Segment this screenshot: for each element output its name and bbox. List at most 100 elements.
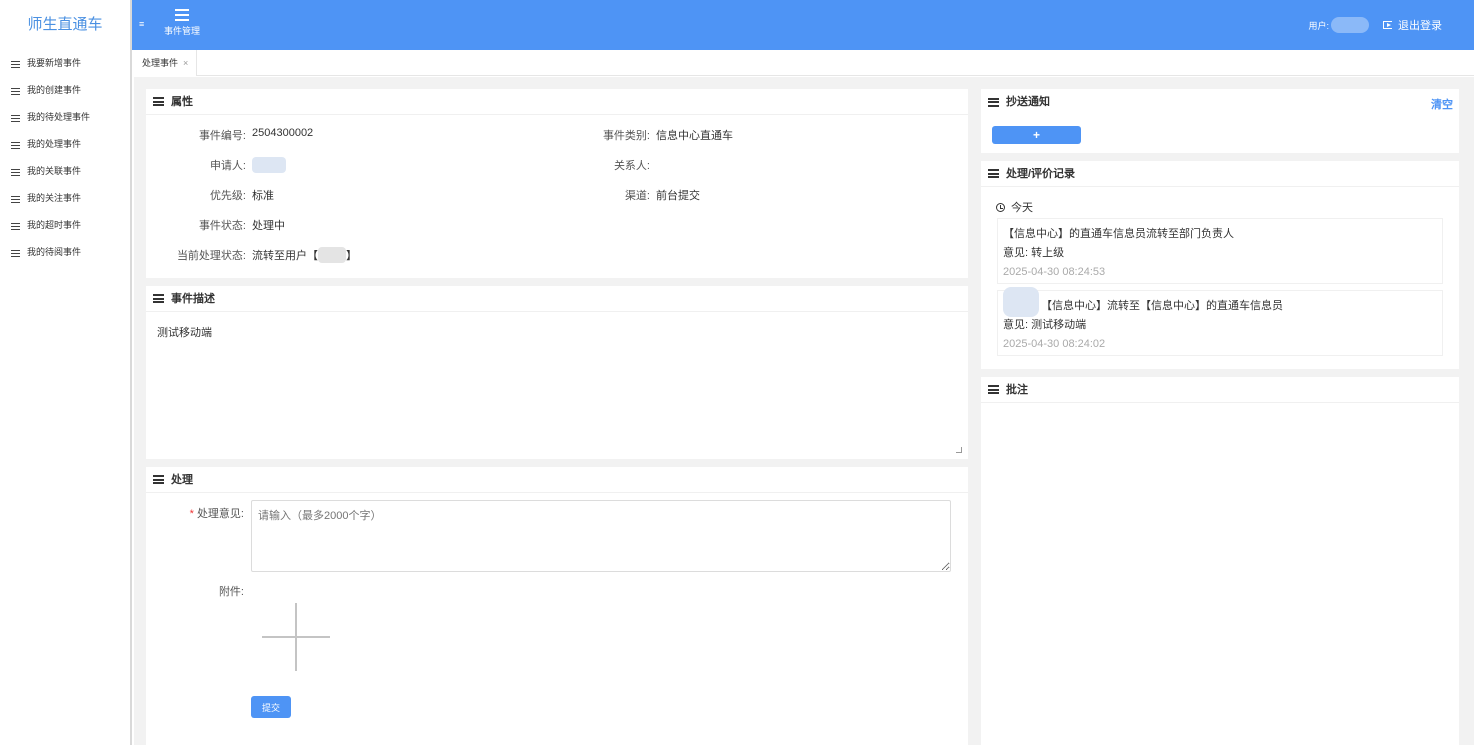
current-user: 用户:	[1308, 17, 1369, 33]
submit-button[interactable]: 提交	[251, 696, 291, 718]
priority-value: 标准	[252, 190, 274, 202]
sidebar: 师生直通车 我要新增事件 我的创建事件 我的待处理事件 我的处理事件 我的关联事…	[0, 0, 132, 745]
sidebar-item-related-events[interactable]: 我的关联事件	[0, 158, 130, 185]
panel-title-text: 抄送通知	[1006, 96, 1050, 108]
handle-title: 处理	[146, 467, 968, 493]
clear-button[interactable]: 清空	[1431, 96, 1453, 112]
attachment-label-row: 附件:	[146, 583, 244, 599]
sidebar-item-label: 我的处理事件	[27, 139, 82, 149]
panel-title-text: 事件描述	[171, 292, 215, 305]
sidebar-item-overdue-events[interactable]: 我的超时事件	[0, 212, 130, 239]
resize-handle[interactable]	[956, 447, 962, 453]
required-mark: *	[189, 508, 194, 520]
hamburger-icon	[175, 9, 189, 21]
opinion-textarea[interactable]	[251, 500, 951, 572]
list-icon	[11, 249, 20, 257]
description-title: 事件描述	[146, 286, 968, 312]
logout-label: 退出登录	[1398, 20, 1442, 32]
sidebar-item-label: 我的待阅事件	[27, 247, 82, 257]
sidebar-nav: 我要新增事件 我的创建事件 我的待处理事件 我的处理事件 我的关联事件 我的关注…	[0, 50, 130, 266]
sidebar-item-pending-events[interactable]: 我的待处理事件	[0, 104, 130, 131]
attachment-label: 附件:	[218, 586, 244, 598]
category-row: 事件类别: 信息中心直通车	[546, 127, 733, 143]
panel-title-text: 处理/评价记录	[1006, 167, 1076, 180]
record-text-row: 【信息中心】流转至【信息中心】的直通车信息员	[998, 286, 1442, 317]
panel-title-text: 处理	[171, 473, 193, 486]
tab-handle-event[interactable]: 处理事件 ×	[134, 50, 198, 76]
sidebar-item-followed-events[interactable]: 我的关注事件	[0, 185, 130, 212]
records-title: 处理/评价记录	[981, 161, 1459, 187]
category-label: 事件类别:	[602, 130, 650, 142]
panel-title-text: 属性	[171, 95, 193, 108]
list-icon	[11, 141, 20, 149]
priority-row: 优先级: 标准	[146, 187, 274, 203]
channel-row: 渠道: 前台提交	[546, 187, 700, 203]
contact-label: 关系人:	[613, 160, 650, 172]
sidebar-item-created-events[interactable]: 我的创建事件	[0, 77, 130, 104]
user-name-redacted	[1331, 17, 1369, 33]
annotation-panel: 批注	[981, 377, 1459, 745]
priority-label: 优先级:	[209, 190, 246, 202]
sidebar-item-label: 我的待处理事件	[27, 112, 91, 122]
tab-close-icon[interactable]: ×	[183, 58, 188, 68]
brand-title: 师生直通车	[27, 16, 103, 33]
list-icon	[11, 60, 20, 68]
add-cc-button[interactable]: +	[992, 126, 1081, 144]
opinion-label-text: 处理意见:	[196, 508, 244, 520]
event-management-menu-button[interactable]: 事件管理	[162, 9, 202, 37]
day-header: 今天	[996, 199, 1033, 215]
record-item: 【信息中心】流转至【信息中心】的直通车信息员 意见: 测试移动端 2025-04…	[997, 286, 1443, 356]
sidebar-item-add-event[interactable]: 我要新增事件	[0, 50, 130, 77]
day-label: 今天	[1011, 202, 1033, 214]
current-status-prefix: 流转至用户【	[252, 250, 318, 262]
status-value: 处理中	[252, 220, 285, 232]
tab-label: 处理事件	[142, 58, 179, 68]
opinion-label: * 处理意见:	[146, 505, 244, 521]
bars-icon	[153, 97, 164, 106]
event-no-label: 事件编号:	[198, 130, 246, 142]
sidebar-item-label: 我的关联事件	[27, 166, 82, 176]
record-opinion: 意见: 转上级	[1003, 247, 1065, 259]
user-label: 用户:	[1308, 20, 1329, 31]
sidebar-toggle[interactable]: ≡	[139, 19, 144, 29]
category-value: 信息中心直通车	[656, 130, 733, 142]
bars-icon	[988, 97, 999, 107]
records-panel: 处理/评价记录 今天 【信息中心】的直通车信息员流转至部门负责人 意见: 转上级…	[981, 161, 1459, 369]
record-text: 【信息中心】的直通车信息员流转至部门负责人	[1003, 228, 1234, 240]
record-time: 2025-04-30 08:24:53	[1003, 266, 1106, 278]
list-icon	[11, 195, 20, 203]
list-icon	[11, 87, 20, 95]
panel-title-text: 批注	[1006, 383, 1028, 396]
logout-button[interactable]: 退出登录	[1383, 17, 1442, 33]
main-content: 属性 事件编号: 2504300002 事件类别: 信息中心直通车 申请人: 关…	[134, 77, 1474, 745]
applicant-row: 申请人:	[146, 157, 286, 173]
menu-label: 事件管理	[163, 26, 200, 36]
list-icon	[11, 168, 20, 176]
current-user-redacted	[318, 247, 346, 263]
sidebar-item-label: 我的关注事件	[27, 193, 82, 203]
bars-icon	[153, 475, 164, 484]
list-icon	[11, 114, 20, 122]
current-status-suffix: 】	[346, 250, 357, 262]
bars-icon	[153, 294, 164, 303]
cc-title: 抄送通知	[981, 89, 1459, 115]
sidebar-item-label: 我的超时事件	[27, 220, 82, 230]
handle-panel: 处理 * 处理意见: 附件: 提交	[146, 467, 968, 745]
annotation-title: 批注	[981, 377, 1459, 403]
cc-panel: 抄送通知 清空 +	[981, 89, 1459, 153]
upload-add-icon[interactable]	[262, 603, 330, 671]
description-panel: 事件描述 测试移动端	[146, 286, 968, 459]
applicant-label: 申请人:	[209, 160, 246, 172]
contact-row: 关系人:	[546, 157, 650, 173]
sidebar-item-handled-events[interactable]: 我的处理事件	[0, 131, 130, 158]
properties-title: 属性	[146, 89, 968, 115]
record-opinion: 意见: 测试移动端	[1003, 319, 1087, 331]
list-icon	[11, 222, 20, 230]
sidebar-item-to-read-events[interactable]: 我的待阅事件	[0, 239, 130, 266]
event-no-row: 事件编号: 2504300002	[146, 127, 313, 143]
sidebar-item-label: 我的创建事件	[27, 85, 82, 95]
current-status-label: 当前处理状态:	[176, 250, 246, 262]
description-text: 测试移动端	[157, 327, 212, 339]
properties-panel: 属性 事件编号: 2504300002 事件类别: 信息中心直通车 申请人: 关…	[146, 89, 968, 278]
record-item: 【信息中心】的直通车信息员流转至部门负责人 意见: 转上级 2025-04-30…	[997, 218, 1443, 284]
